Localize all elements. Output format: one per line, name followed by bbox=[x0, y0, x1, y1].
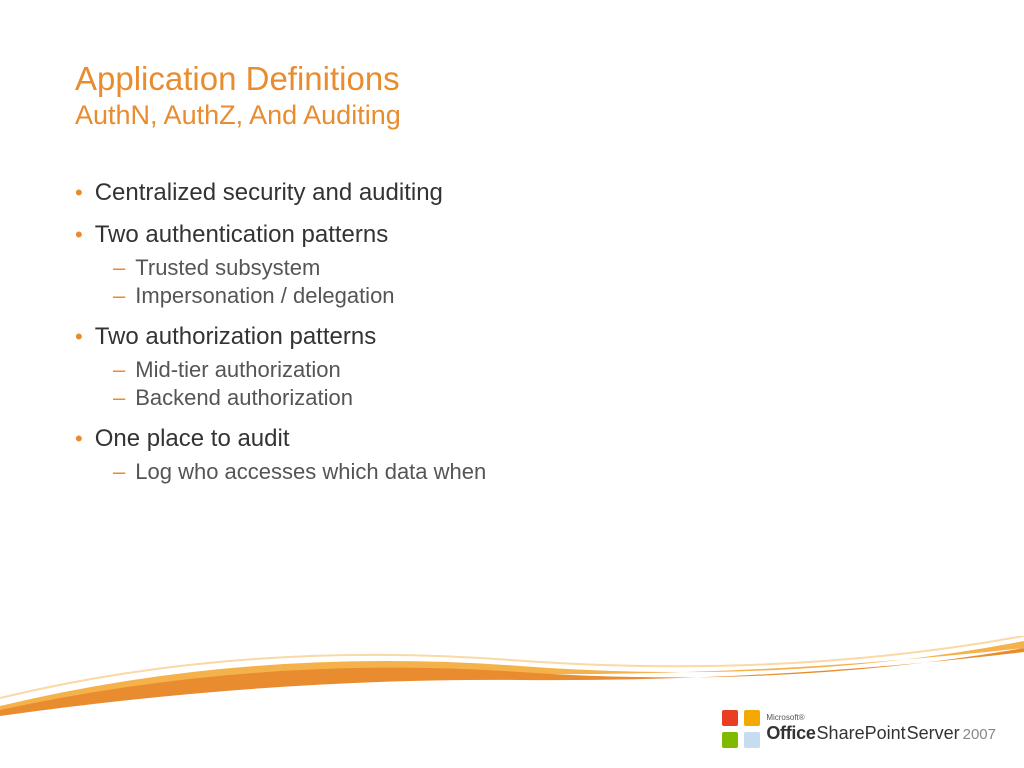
slide: Application Definitions AuthN, AuthZ, An… bbox=[0, 0, 1024, 768]
office-word: Office bbox=[766, 723, 815, 744]
bullet-icon: • bbox=[75, 326, 83, 348]
bullet-item: • Two authentication patterns bbox=[75, 221, 949, 249]
slide-body: • Centralized security and auditing • Tw… bbox=[75, 179, 949, 485]
slide-subtitle: AuthN, AuthZ, And Auditing bbox=[75, 100, 949, 131]
office-logo-icon bbox=[722, 710, 760, 748]
sub-text: Mid-tier authorization bbox=[135, 357, 340, 383]
bullet-icon: • bbox=[75, 428, 83, 450]
product-title-row: Office SharePoint Server 2007 bbox=[766, 723, 996, 744]
dash-icon: – bbox=[113, 357, 125, 383]
sub-text: Log who accesses which data when bbox=[135, 459, 486, 485]
bullet-text: Two authorization patterns bbox=[95, 323, 377, 351]
bullet-group: • Two authentication patterns – Trusted … bbox=[75, 221, 949, 309]
dash-icon: – bbox=[113, 283, 125, 309]
bullet-group: • Centralized security and auditing bbox=[75, 179, 949, 207]
bullet-icon: • bbox=[75, 182, 83, 204]
swoosh-decoration bbox=[0, 636, 1024, 716]
dash-icon: – bbox=[113, 459, 125, 485]
bullet-icon: • bbox=[75, 224, 83, 246]
bullet-text: One place to audit bbox=[95, 425, 290, 453]
bullet-item: • Centralized security and auditing bbox=[75, 179, 949, 207]
bullet-text: Centralized security and auditing bbox=[95, 179, 443, 207]
sub-text: Backend authorization bbox=[135, 385, 353, 411]
product-logo: Microsoft® Office SharePoint Server 2007 bbox=[722, 710, 996, 748]
sub-item: – Log who accesses which data when bbox=[113, 459, 949, 485]
bullet-group: • One place to audit – Log who accesses … bbox=[75, 425, 949, 485]
server-word: Server bbox=[907, 723, 960, 744]
sharepoint-word: SharePoint bbox=[817, 723, 906, 744]
sub-item: – Backend authorization bbox=[113, 385, 949, 411]
microsoft-label: Microsoft® bbox=[766, 714, 996, 722]
bullet-text: Two authentication patterns bbox=[95, 221, 389, 249]
sub-item: – Mid-tier authorization bbox=[113, 357, 949, 383]
dash-icon: – bbox=[113, 385, 125, 411]
year-label: 2007 bbox=[963, 726, 996, 743]
dash-icon: – bbox=[113, 255, 125, 281]
sub-item: – Trusted subsystem bbox=[113, 255, 949, 281]
bullet-item: • Two authorization patterns bbox=[75, 323, 949, 351]
bullet-group: • Two authorization patterns – Mid-tier … bbox=[75, 323, 949, 411]
sub-text: Impersonation / delegation bbox=[135, 283, 394, 309]
product-name: Microsoft® Office SharePoint Server 2007 bbox=[766, 714, 996, 744]
sub-text: Trusted subsystem bbox=[135, 255, 320, 281]
slide-title: Application Definitions bbox=[75, 60, 949, 98]
sub-item: – Impersonation / delegation bbox=[113, 283, 949, 309]
bullet-item: • One place to audit bbox=[75, 425, 949, 453]
